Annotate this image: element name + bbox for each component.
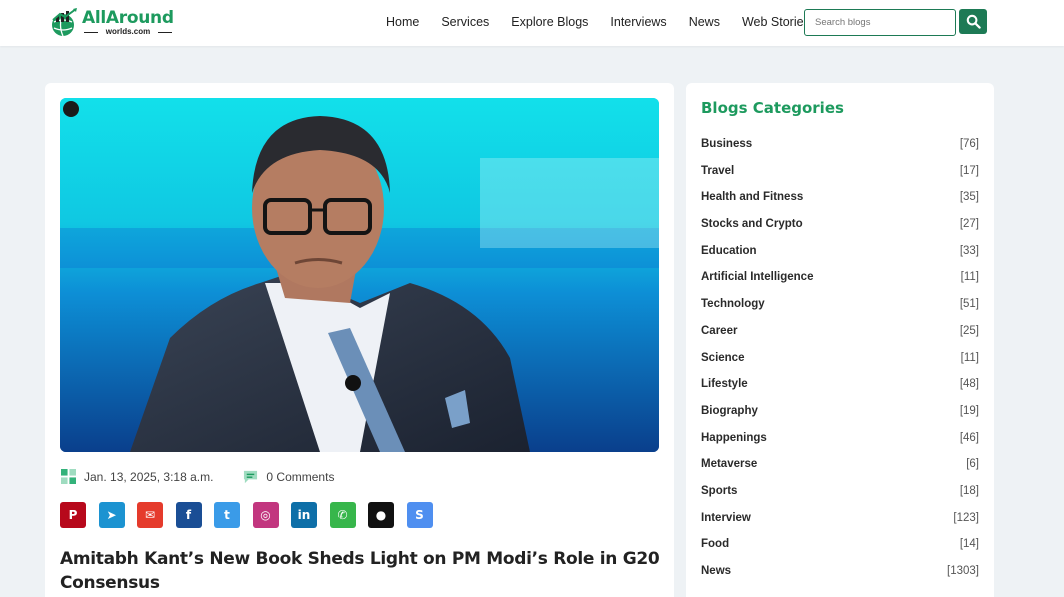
whatsapp-share-button[interactable]: ✆ <box>329 502 356 528</box>
email-share-button[interactable]: ✉ <box>137 502 163 528</box>
article-date: Jan. 13, 2025, 3:18 a.m. <box>84 469 214 484</box>
article-hero-image[interactable] <box>60 98 659 452</box>
category-item[interactable]: Happenings [46] <box>701 432 979 459</box>
site-logo[interactable]: AllAround worlds.com <box>50 6 180 40</box>
telegram-share-button[interactable]: ➤ <box>98 502 125 528</box>
nav-web-stories[interactable]: Web Stories <box>742 15 810 29</box>
category-count: [17] <box>959 164 979 177</box>
category-item[interactable]: Sports [18] <box>701 485 979 512</box>
photo-icon <box>63 101 79 117</box>
category-name[interactable]: Career <box>701 325 737 337</box>
search-button[interactable] <box>959 9 987 34</box>
search-input[interactable] <box>805 10 955 35</box>
search-field <box>804 9 956 36</box>
article-title: Amitabh Kant’s New Book Sheds Light on P… <box>60 549 660 593</box>
category-count: [76] <box>959 138 979 150</box>
category-count: [1303] <box>947 565 979 577</box>
comment-icon <box>244 470 258 484</box>
category-count: [11] <box>960 271 979 284</box>
category-name[interactable]: Business <box>701 138 752 150</box>
category-name[interactable]: Metaverse <box>701 458 757 470</box>
nav-interviews[interactable]: Interviews <box>610 15 666 29</box>
globe-chart-icon <box>52 8 77 37</box>
category-item[interactable]: Career [25] <box>701 325 979 352</box>
category-item[interactable]: Health and Fitness [35] <box>701 191 979 218</box>
category-item[interactable]: Travel [17] <box>701 165 979 192</box>
nav-explore-blogs[interactable]: Explore Blogs <box>511 15 588 29</box>
category-count: [25] <box>959 324 979 337</box>
nav-news[interactable]: News <box>689 15 720 29</box>
site-header: AllAround worlds.com Home Services Explo… <box>0 0 1064 46</box>
nav-services[interactable]: Services <box>441 15 489 29</box>
article-card: Jan. 13, 2025, 3:18 a.m. 0 Comments P ➤ ✉ f… <box>45 83 674 597</box>
category-count: [14] <box>959 538 979 551</box>
category-name[interactable]: Food <box>701 538 729 550</box>
category-count: [48] <box>959 378 979 391</box>
category-name[interactable]: News <box>701 565 731 577</box>
category-name[interactable]: Happenings <box>701 432 767 444</box>
category-name[interactable]: Health and Fitness <box>701 191 803 203</box>
logo-domain: worlds.com <box>84 27 172 36</box>
category-item[interactable]: Metaverse [6] <box>701 458 979 485</box>
category-count: [18] <box>959 484 979 497</box>
sidebar-title: Blogs Categories <box>701 99 844 117</box>
category-name[interactable]: Biography <box>701 405 758 417</box>
skype-share-button[interactable]: S <box>406 502 433 528</box>
reddit-share-button[interactable]: ● <box>368 502 394 528</box>
article-meta: Jan. 13, 2025, 3:18 a.m. 0 Comments <box>61 469 334 484</box>
category-item[interactable]: Education [33] <box>701 245 979 272</box>
category-item[interactable]: Technology [51] <box>701 298 979 325</box>
share-buttons: P ➤ ✉ f t ◎ in ✆ ● S <box>60 502 445 528</box>
category-list: Business [76] Travel [17] Health and Fitness… <box>701 138 979 592</box>
category-count: [46] <box>959 431 979 444</box>
category-item[interactable]: Biography [19] <box>701 405 979 432</box>
category-item[interactable]: Business [76] <box>701 138 979 165</box>
category-item[interactable]: Artificial Intelligence [11] <box>701 271 979 298</box>
logo-title: AllAround <box>82 8 174 28</box>
category-count: [11] <box>960 351 979 364</box>
grid-icon <box>61 469 76 484</box>
twitter-share-button[interactable]: t <box>214 502 240 528</box>
main-nav: Home Services Explore Blogs Interviews N… <box>386 15 832 29</box>
category-name[interactable]: Sports <box>701 485 737 497</box>
category-name[interactable]: Interview <box>701 512 751 524</box>
category-item[interactable]: Stocks and Crypto [27] <box>701 218 979 245</box>
pinterest-share-button[interactable]: P <box>60 502 86 528</box>
category-name[interactable]: Artificial Intelligence <box>701 271 813 283</box>
category-name[interactable]: Stocks and Crypto <box>701 218 803 230</box>
category-name[interactable]: Travel <box>701 165 734 177</box>
category-name[interactable]: Education <box>701 245 757 257</box>
search-icon <box>966 14 981 29</box>
comments-count[interactable]: 0 Comments <box>266 470 334 484</box>
category-count: [27] <box>959 218 979 231</box>
linkedin-share-button[interactable]: in <box>291 502 317 528</box>
category-count: [33] <box>959 244 979 257</box>
category-item[interactable]: Science [11] <box>701 352 979 379</box>
category-name[interactable]: Science <box>701 352 744 364</box>
instagram-share-button[interactable]: ◎ <box>252 502 279 528</box>
category-count: [123] <box>953 511 979 524</box>
facebook-share-button[interactable]: f <box>175 502 202 528</box>
category-name[interactable]: Technology <box>701 298 765 310</box>
category-item[interactable]: Food [14] <box>701 538 979 565</box>
category-item[interactable]: Interview [123] <box>701 512 979 539</box>
category-count: [19] <box>959 404 979 417</box>
category-count: [51] <box>959 298 979 311</box>
category-name[interactable]: Lifestyle <box>701 378 748 390</box>
category-count: [35] <box>959 191 979 204</box>
nav-home[interactable]: Home <box>386 15 419 29</box>
category-count: [6] <box>966 458 979 471</box>
categories-sidebar: Blogs Categories Business [76] Travel [17] H… <box>686 83 994 597</box>
category-item[interactable]: News [1303] <box>701 565 979 592</box>
category-item[interactable]: Lifestyle [48] <box>701 378 979 405</box>
hero-photo <box>60 98 659 452</box>
